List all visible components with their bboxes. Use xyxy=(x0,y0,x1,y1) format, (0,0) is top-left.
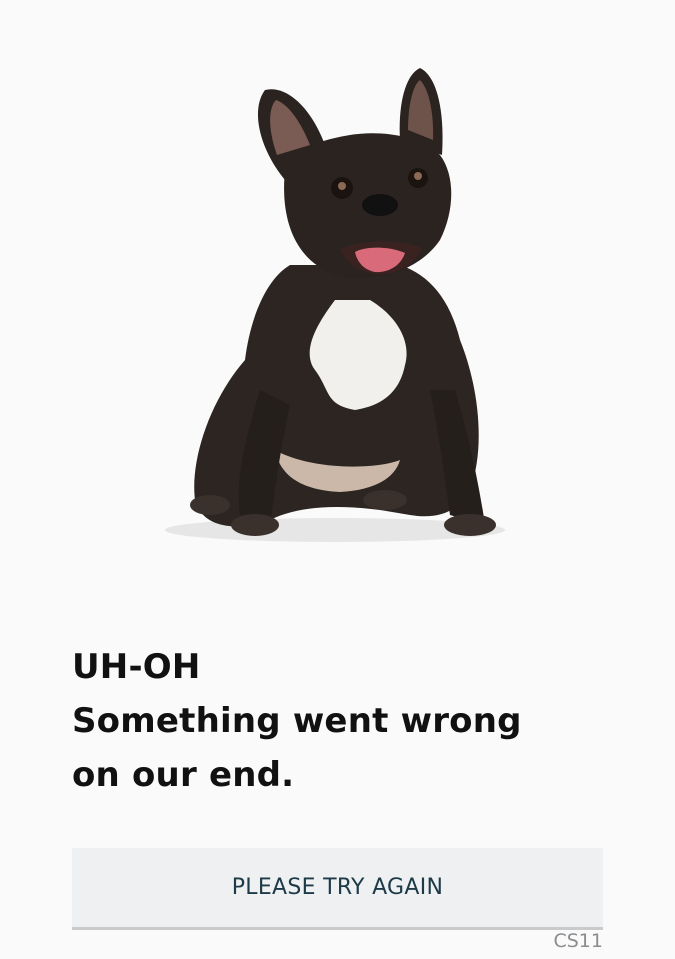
error-title: UH-OH xyxy=(72,647,201,687)
error-description-line-2: on our end. xyxy=(72,755,295,795)
error-code: CS11 xyxy=(553,930,603,952)
error-message: UH-OH Something went wrong on our end. xyxy=(72,640,632,802)
try-again-button[interactable]: PLEASE TRY AGAIN xyxy=(72,848,603,930)
dog-image xyxy=(165,68,505,542)
error-description-line-1: Something went wrong xyxy=(72,701,522,741)
